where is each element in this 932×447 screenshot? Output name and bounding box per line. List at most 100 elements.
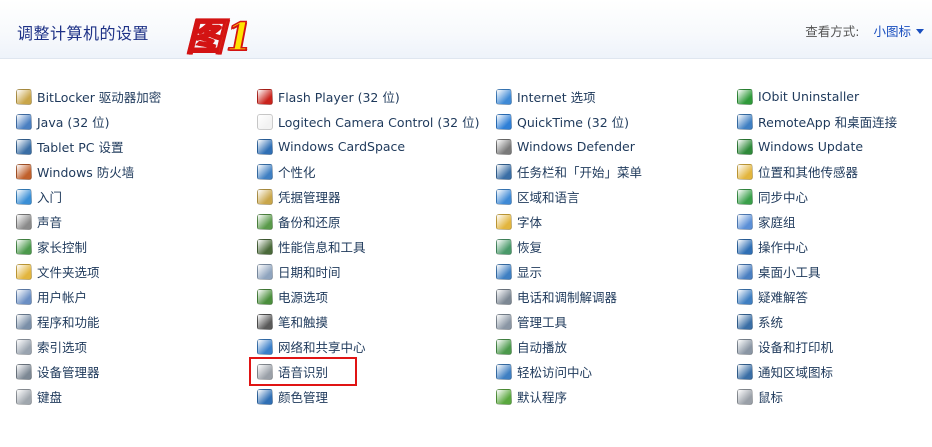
control-panel-item[interactable]: Windows CardSpace xyxy=(257,134,496,159)
network-icon xyxy=(257,338,273,355)
control-panel-item[interactable]: 区域和语言 xyxy=(496,184,737,209)
item-label: Flash Player (32 位) xyxy=(278,90,400,105)
item-label: Tablet PC 设置 xyxy=(37,140,124,155)
control-panel-item[interactable]: RemoteApp 和桌面连接 xyxy=(737,109,932,134)
printer-icon xyxy=(737,338,753,355)
item-label: 系统 xyxy=(758,315,784,330)
item-label: 设备和打印机 xyxy=(758,340,834,355)
control-panel-item[interactable]: 轻松访问中心 xyxy=(496,359,737,384)
control-panel-item[interactable]: Windows Update xyxy=(737,134,932,159)
control-panel-items: BitLocker 驱动器加密 Java (32 位) Tablet PC 设置 Wi… xyxy=(16,84,932,409)
credential-manager-icon xyxy=(257,188,273,205)
control-panel-item[interactable]: 疑难解答 xyxy=(737,284,932,309)
control-panel-item[interactable]: 日期和时间 xyxy=(257,259,496,284)
document-icon xyxy=(257,113,273,130)
control-panel-item[interactable]: Java (32 位) xyxy=(16,109,257,134)
item-label: 电话和调制解调器 xyxy=(517,290,618,305)
item-label: Windows 防火墙 xyxy=(37,165,135,180)
homegroup-icon xyxy=(737,213,753,230)
location-sensors-icon xyxy=(737,163,753,180)
personalization-icon xyxy=(257,163,273,180)
item-label: 性能信息和工具 xyxy=(278,240,366,255)
backup-icon xyxy=(257,213,273,230)
control-panel-item[interactable]: 用户帐户 xyxy=(16,284,257,309)
control-panel-item[interactable]: 凭据管理器 xyxy=(257,184,496,209)
indexing-icon xyxy=(16,338,32,355)
item-label: IObit Uninstaller xyxy=(758,89,860,104)
item-label: 声音 xyxy=(37,215,63,230)
control-panel-item[interactable]: 恢复 xyxy=(496,234,737,259)
control-panel-item[interactable]: 自动播放 xyxy=(496,334,737,359)
control-panel-item[interactable]: 同步中心 xyxy=(737,184,932,209)
control-panel-item[interactable]: Windows Defender xyxy=(496,134,737,159)
item-label: 索引选项 xyxy=(37,340,88,355)
control-panel-item[interactable]: 备份和还原 xyxy=(257,209,496,234)
control-panel-item[interactable]: 笔和触摸 xyxy=(257,309,496,334)
item-label: 鼠标 xyxy=(758,390,784,405)
control-panel-item[interactable]: 文件夹选项 xyxy=(16,259,257,284)
item-label: 家庭组 xyxy=(758,215,796,230)
default-programs-icon xyxy=(496,388,512,405)
autoplay-icon xyxy=(496,338,512,355)
item-column: BitLocker 驱动器加密 Java (32 位) Tablet PC 设置 Wi… xyxy=(16,84,257,409)
view-by-value[interactable]: 小图标 xyxy=(873,21,911,40)
user-accounts-icon xyxy=(16,288,32,305)
control-panel-item[interactable]: 入门 xyxy=(16,184,257,209)
control-panel-item[interactable]: 位置和其他传感器 xyxy=(737,159,932,184)
control-panel-item[interactable]: 桌面小工具 xyxy=(737,259,932,284)
control-panel-item[interactable]: 显示 xyxy=(496,259,737,284)
control-panel-item[interactable]: 管理工具 xyxy=(496,309,737,334)
control-panel-item[interactable]: 默认程序 xyxy=(496,384,737,409)
control-panel-item[interactable]: 任务栏和「开始」菜单 xyxy=(496,159,737,184)
control-panel-item[interactable]: BitLocker 驱动器加密 xyxy=(16,84,257,109)
control-panel-item[interactable]: 电源选项 xyxy=(257,284,496,309)
control-panel-item[interactable]: 设备和打印机 xyxy=(737,334,932,359)
flash-icon xyxy=(257,88,273,105)
control-panel-item[interactable]: 设备管理器 xyxy=(16,359,257,384)
header-bar: 调整计算机的设置 图1 查看方式: 小图标 xyxy=(0,0,932,60)
control-panel-item[interactable]: 家庭组 xyxy=(737,209,932,234)
control-panel-item[interactable]: 键盘 xyxy=(16,384,257,409)
view-by: 查看方式: 小图标 xyxy=(805,21,924,40)
clock-icon xyxy=(257,263,273,280)
item-label: 备份和还原 xyxy=(278,215,341,230)
control-panel-item[interactable]: 语音识别 xyxy=(249,357,357,386)
control-panel-item[interactable]: QuickTime (32 位) xyxy=(496,109,737,134)
control-panel-item[interactable]: Internet 选项 xyxy=(496,84,737,109)
view-by-dropdown[interactable]: 小图标 xyxy=(873,21,924,40)
region-language-icon xyxy=(496,188,512,205)
control-panel-item[interactable]: 系统 xyxy=(737,309,932,334)
ease-of-access-icon xyxy=(496,363,512,380)
control-panel-item[interactable]: 字体 xyxy=(496,209,737,234)
control-panel-item[interactable]: 家长控制 xyxy=(16,234,257,259)
control-panel-item[interactable]: 个性化 xyxy=(257,159,496,184)
control-panel-item[interactable]: 电话和调制解调器 xyxy=(496,284,737,309)
control-panel-item[interactable]: 网络和共享中心 xyxy=(257,334,496,359)
item-label: 显示 xyxy=(517,265,543,280)
control-panel-item[interactable]: 索引选项 xyxy=(16,334,257,359)
control-panel-item[interactable]: 操作中心 xyxy=(737,234,932,259)
control-panel-item[interactable]: 鼠标 xyxy=(737,384,932,409)
chevron-down-icon[interactable] xyxy=(916,29,924,34)
control-panel-item[interactable]: Flash Player (32 位) xyxy=(257,84,496,109)
action-center-flag-icon xyxy=(737,238,753,255)
item-label: 日期和时间 xyxy=(278,265,341,280)
tablet-pc-icon xyxy=(16,138,32,155)
fonts-icon xyxy=(496,213,512,230)
control-panel-item[interactable]: Logitech Camera Control (32 位) xyxy=(257,109,496,134)
troubleshooting-icon xyxy=(737,288,753,305)
control-panel-item[interactable]: Windows 防火墙 xyxy=(16,159,257,184)
control-panel-item[interactable]: 声音 xyxy=(16,209,257,234)
control-panel-item[interactable]: 程序和功能 xyxy=(16,309,257,334)
item-label: 自动播放 xyxy=(517,340,568,355)
item-label: 入门 xyxy=(37,190,63,205)
control-panel-item[interactable]: IObit Uninstaller xyxy=(737,84,932,109)
control-panel-item[interactable]: 性能信息和工具 xyxy=(257,234,496,259)
sync-center-icon xyxy=(737,188,753,205)
item-label: 管理工具 xyxy=(517,315,568,330)
control-panel-item[interactable]: 颜色管理 xyxy=(257,384,496,409)
control-panel-item[interactable]: 通知区域图标 xyxy=(737,359,932,384)
control-panel-item[interactable]: Tablet PC 设置 xyxy=(16,134,257,159)
admin-tools-icon xyxy=(496,313,512,330)
quicktime-icon xyxy=(496,113,512,130)
